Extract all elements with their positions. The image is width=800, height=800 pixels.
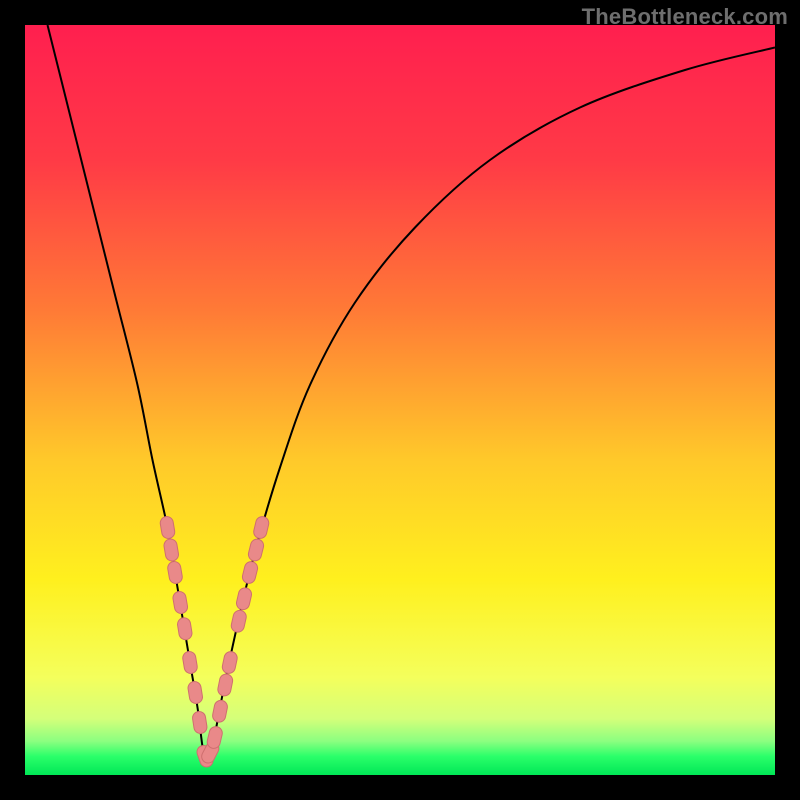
marker [247, 538, 265, 562]
marker [230, 609, 247, 633]
marker [192, 711, 208, 735]
marker [252, 515, 270, 539]
marker [211, 699, 228, 723]
plot-area [25, 25, 775, 775]
marker [177, 617, 193, 641]
marker [221, 650, 238, 674]
marker [163, 538, 179, 562]
watermark-text: TheBottleneck.com [582, 4, 788, 30]
marker [235, 587, 253, 611]
marker [217, 673, 234, 697]
chart-frame: TheBottleneck.com [0, 0, 800, 800]
marker [206, 725, 224, 749]
marker [182, 651, 198, 675]
marker [187, 681, 203, 705]
bottleneck-curve [48, 25, 776, 762]
marker-group [159, 515, 270, 768]
marker [159, 516, 175, 540]
marker [241, 560, 259, 584]
chart-layer [25, 25, 775, 775]
marker [172, 591, 189, 615]
marker [167, 561, 184, 585]
